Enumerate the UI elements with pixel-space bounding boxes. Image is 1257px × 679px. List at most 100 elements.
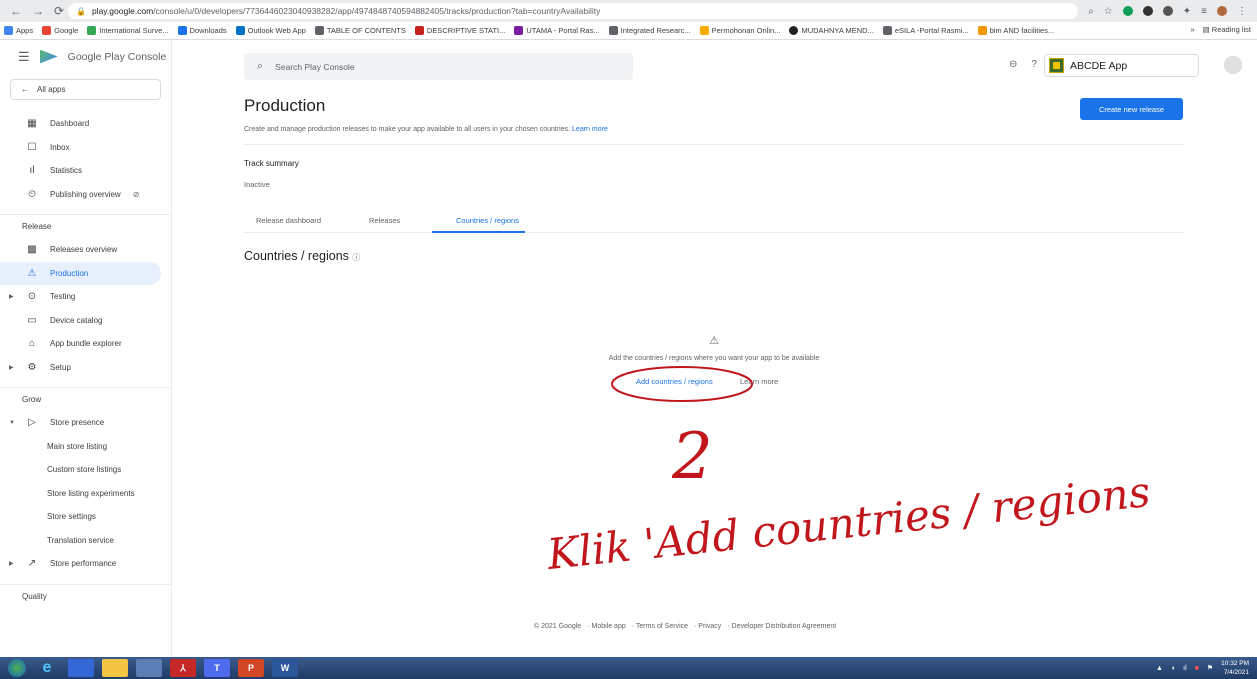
sidebar-item-store-listing-experiments[interactable]: Store listing experiments — [0, 482, 171, 506]
profile-icon[interactable] — [1217, 6, 1227, 16]
sidebar-item-store-settings[interactable]: Store settings — [0, 505, 171, 529]
bookmark-item[interactable]: MUDAHNYA MEND... — [789, 26, 874, 35]
tray-arrow-icon[interactable]: ▲ — [1156, 665, 1163, 672]
sidebar-item-setup[interactable]: ▶ ⚙ Setup — [0, 356, 171, 380]
more-bookmarks-icon[interactable]: » — [1190, 25, 1194, 34]
start-button-icon[interactable] — [8, 659, 26, 677]
empty-state-text: Add the countries / regions where you wa… — [608, 355, 820, 362]
help-circle-icon[interactable]: ⓘ — [352, 253, 360, 262]
create-new-release-button[interactable]: Create new release — [1080, 98, 1183, 120]
bookmark-item[interactable]: International Surve... — [87, 26, 169, 35]
star-icon[interactable]: ☆ — [1104, 6, 1113, 17]
all-apps-button[interactable]: ← All apps — [10, 79, 161, 100]
sidebar-item-testing[interactable]: ▶ ⊙ Testing — [0, 285, 171, 309]
network-icon[interactable]: ıl — [1183, 665, 1187, 672]
sidebar-item-main-store-listing[interactable]: Main store listing — [0, 435, 171, 459]
puzzle-icon[interactable]: ✦ — [1183, 6, 1191, 17]
url-host: play.google.com — [91, 6, 154, 16]
help-icon[interactable]: ? — [1031, 59, 1037, 70]
sidebar-item-store-performance[interactable]: ▶ ↗ Store performance — [0, 552, 171, 576]
bookmarks-bar: Apps Google International Surve... Downl… — [0, 22, 1257, 40]
bookmark-item[interactable]: DESCRIPTIVE STATI... — [414, 26, 505, 35]
caret-right-icon[interactable]: ▶ — [9, 364, 14, 371]
zoom-icon[interactable]: ⌕ — [1088, 6, 1094, 17]
section-quality: Quality — [0, 583, 171, 608]
sidebar-item-dashboard[interactable]: ▦ Dashboard — [0, 112, 171, 136]
search-icon: ⌕ — [257, 60, 264, 72]
bookmark-item[interactable]: Apps — [4, 26, 33, 35]
footer-privacy-link[interactable]: Privacy — [698, 623, 721, 630]
tray-app-icon[interactable]: ■ — [1195, 665, 1199, 672]
bookmark-item[interactable]: Permohonan Onlin... — [699, 26, 780, 35]
bookmark-item[interactable]: UTAMA - Portal Ras... — [514, 26, 600, 35]
sidebar-item-publishing-overview[interactable]: ⏲ Publishing overview ⊘ — [0, 183, 171, 207]
playlist-icon[interactable]: ≡ — [1201, 6, 1207, 17]
portal-icon — [514, 26, 524, 35]
extensions: ⌕ ☆ ✦ ≡ ⋮ — [1088, 6, 1257, 17]
menu-icon[interactable]: ⋮ — [1237, 6, 1247, 17]
forward-icon[interactable]: → — [32, 4, 44, 18]
bookmark-item[interactable]: Integrated Researc... — [608, 26, 691, 35]
flag-icon[interactable]: ⚑ — [1207, 664, 1213, 672]
sidebar-item-translation-service[interactable]: Translation service — [0, 529, 171, 553]
tab-releases[interactable]: Releases — [369, 216, 400, 225]
pdf-icon[interactable]: ⅄ — [170, 659, 196, 677]
link-icon[interactable]: ⊖ — [1009, 59, 1017, 70]
store-presence-icon: ▷ — [28, 417, 36, 429]
instruction-text: Klik 'Add countries / regions — [544, 466, 1153, 579]
word-icon[interactable]: W — [272, 659, 298, 677]
sidebar: ☰ Google Play Console ← All apps ▦ Dashbo… — [0, 40, 172, 657]
clock[interactable]: 10:32 PM 7/4/2021 — [1221, 659, 1249, 677]
app-selector[interactable]: ABCDE App — [1044, 54, 1199, 77]
bookmarks-right: » ▤ Reading list — [1190, 25, 1251, 34]
footer-mobile-app-link[interactable]: Mobile app — [591, 623, 625, 630]
footer-dda-link[interactable]: Developer Distribution Agreement — [732, 623, 837, 630]
divider — [244, 144, 1184, 145]
add-countries-regions-link[interactable]: Add countries / regions — [636, 377, 713, 386]
sidebar-item-releases-overview[interactable]: ▩ Releases overview — [0, 238, 171, 262]
chrome-icon[interactable] — [136, 659, 162, 677]
sidebar-item-store-presence[interactable]: ▼ ▷ Store presence — [0, 411, 171, 435]
back-icon[interactable]: ← — [10, 4, 22, 18]
footer-terms-link[interactable]: Terms of Service — [636, 623, 688, 630]
caret-down-icon[interactable]: ▼ — [9, 420, 15, 426]
teams-icon[interactable]: T — [204, 659, 230, 677]
avatar[interactable] — [1224, 56, 1242, 74]
volume-icon[interactable]: ◖ — [1171, 665, 1175, 672]
bookmark-item[interactable]: TABLE OF CONTENTS — [314, 26, 406, 35]
extension-icon[interactable] — [1122, 6, 1133, 16]
reload-icon[interactable]: ⟳ — [54, 4, 64, 18]
bookmark-item[interactable]: bim AND facilities... — [977, 26, 1054, 35]
address-bar[interactable]: 🔒 play.google.com/console/u/0/developers… — [68, 3, 1079, 19]
menu-icon[interactable]: ☰ — [18, 49, 30, 65]
ie-icon[interactable]: e — [34, 659, 60, 677]
folder-icon[interactable] — [102, 659, 128, 677]
console-topbar: ⌕ Search Play Console ⊖ ? ABCDE App — [172, 40, 1257, 82]
learn-more-link[interactable]: Learn more — [740, 377, 778, 386]
extension-icon[interactable] — [1142, 6, 1153, 16]
page-description: Create and manage production releases to… — [244, 126, 608, 133]
sidebar-item-inbox[interactable]: ☐ Inbox — [0, 136, 171, 160]
bookmark-item[interactable]: Downloads — [177, 26, 227, 35]
search-input[interactable]: ⌕ Search Play Console — [244, 53, 633, 80]
sidebar-item-app-bundle-explorer[interactable]: ⌂ App bundle explorer — [0, 332, 171, 356]
sidebar-item-custom-store-listings[interactable]: Custom store listings — [0, 458, 171, 482]
trend-icon: ↗ — [27, 558, 37, 570]
media-icon[interactable] — [68, 659, 94, 677]
crest-icon — [699, 26, 709, 35]
reading-list-button[interactable]: ▤ Reading list — [1203, 25, 1251, 34]
tab-countries-regions[interactable]: Countries / regions — [456, 216, 519, 225]
sidebar-item-statistics[interactable]: ıl Statistics — [0, 159, 171, 183]
extension-icon[interactable] — [1162, 6, 1173, 16]
caret-right-icon[interactable]: ▶ — [9, 293, 14, 300]
bookmark-item[interactable]: Outlook Web App — [235, 26, 306, 35]
caret-right-icon[interactable]: ▶ — [9, 560, 14, 567]
bookmark-item[interactable]: eSILA -Portal Rasmi... — [882, 26, 969, 35]
learn-more-link[interactable]: Learn more — [572, 126, 608, 133]
tab-release-dashboard[interactable]: Release dashboard — [256, 216, 321, 225]
bookmark-item[interactable]: Google — [42, 26, 78, 35]
sidebar-item-device-catalog[interactable]: ▭ Device catalog — [0, 309, 171, 333]
powerpoint-icon[interactable]: P — [238, 659, 264, 677]
page-title: Production — [244, 96, 326, 115]
sidebar-item-production[interactable]: ⚠ Production — [0, 261, 161, 285]
